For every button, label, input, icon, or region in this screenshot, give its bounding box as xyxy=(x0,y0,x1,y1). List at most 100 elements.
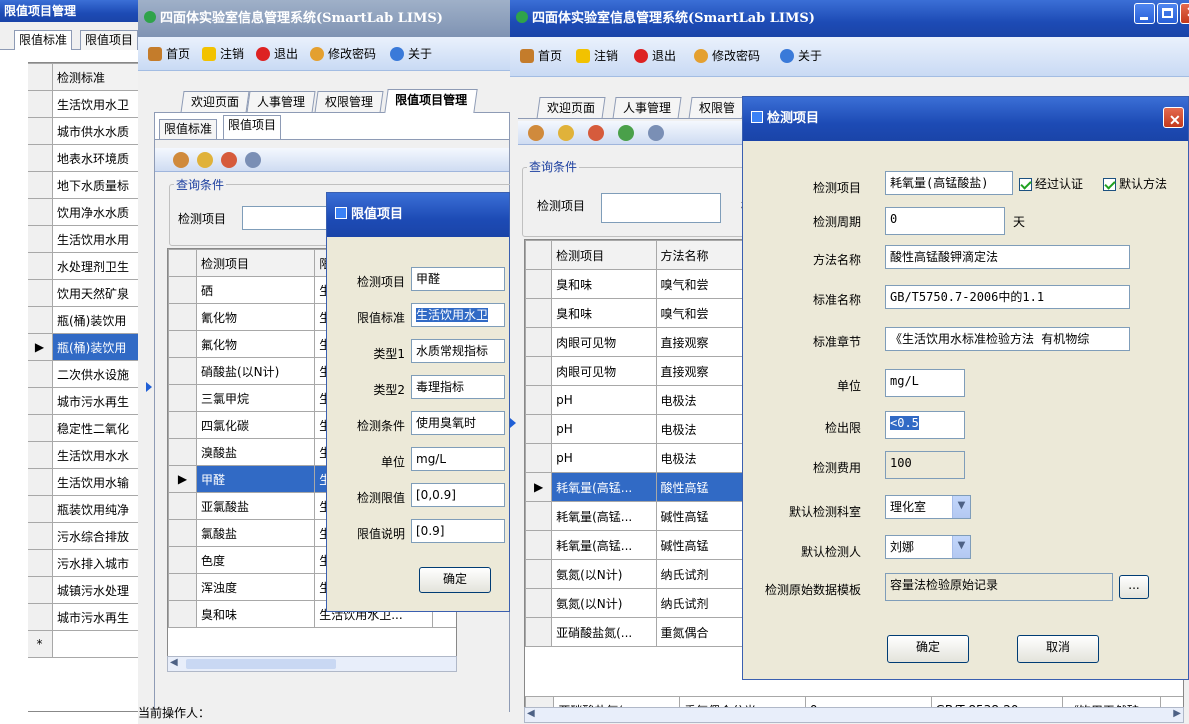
table-row[interactable]: 生活饮用水卫 xyxy=(26,90,138,118)
tab-personnel[interactable]: 人事管理 xyxy=(612,97,682,119)
tab-limit-item[interactable]: 限值项目 xyxy=(80,30,138,50)
scroll-left-icon[interactable]: ◀ xyxy=(170,657,178,668)
about-button[interactable]: 关于 xyxy=(390,45,432,63)
limit-field[interactable]: <0.5 xyxy=(885,411,965,439)
field-input[interactable]: 甲醛 xyxy=(411,267,505,291)
table-row[interactable]: 肉眼可见物 直接观察 xyxy=(525,356,758,386)
table-row[interactable]: 污水排入城市 xyxy=(26,549,138,577)
minimize-button[interactable] xyxy=(1134,3,1155,24)
maximize-button[interactable] xyxy=(1157,3,1178,24)
tab-welcome[interactable]: 欢迎页面 xyxy=(536,97,606,119)
dept-select[interactable]: 理化室 ▼ xyxy=(885,495,971,519)
logout-button[interactable]: 注销 xyxy=(576,47,618,65)
exit-button[interactable]: 退出 xyxy=(634,47,676,65)
edit-icon[interactable] xyxy=(197,152,213,168)
person-select[interactable]: 刘娜 ▼ xyxy=(885,535,971,559)
logout-button[interactable]: 注销 xyxy=(202,45,244,63)
search-icon[interactable] xyxy=(245,152,261,168)
table-row[interactable]: 生活饮用水用 xyxy=(26,225,138,253)
close-button[interactable]: ✕ xyxy=(1180,3,1189,24)
tab-permissions[interactable]: 权限管理 xyxy=(314,91,384,113)
browse-button[interactable]: ... xyxy=(1119,575,1149,599)
fee-field[interactable]: 100 xyxy=(885,451,965,479)
delete-icon[interactable] xyxy=(588,125,604,141)
table-row[interactable]: pH 电极法 xyxy=(525,443,758,473)
table-row[interactable]: 瓶装饮用纯净 xyxy=(26,495,138,523)
ok-button[interactable]: 确定 xyxy=(887,635,969,663)
default-method-checkbox[interactable]: 默认方法 xyxy=(1103,175,1167,192)
field-input[interactable]: [0,0.9] xyxy=(411,483,505,507)
table-row[interactable]: 耗氧量(高锰... 碱性高锰 xyxy=(525,501,758,531)
ok-button[interactable]: 确定 xyxy=(419,567,491,593)
new-row[interactable]: * xyxy=(26,630,138,658)
tab-limit-standard[interactable]: 限值标准 xyxy=(14,30,73,50)
table-row[interactable]: 氨氮(以N计) 纳氏试剂 xyxy=(525,588,758,618)
tab-limit-management[interactable]: 限值项目管理 xyxy=(384,89,478,113)
home-button[interactable]: 首页 xyxy=(520,47,562,65)
table-row[interactable]: ▶ 耗氧量(高锰... 酸性高锰 xyxy=(525,472,758,502)
table-row[interactable]: 水处理剂卫生 xyxy=(26,252,138,280)
table-row[interactable]: 饮用天然矿泉 xyxy=(26,279,138,307)
expand-arrow-icon[interactable] xyxy=(510,418,516,428)
subtab-limit-standard[interactable]: 限值标准 xyxy=(159,119,218,139)
exit-button[interactable]: 退出 xyxy=(256,45,298,63)
table-row[interactable]: ▶ 瓶(桶)装饮用 xyxy=(26,333,138,361)
unit-field[interactable]: mg/L xyxy=(885,369,965,397)
horizontal-scrollbar[interactable]: ◀ ▶ xyxy=(524,707,1184,723)
item-field[interactable]: 耗氧量(高锰酸盐) xyxy=(885,171,1013,195)
table-row[interactable]: 生活饮用水输 xyxy=(26,468,138,496)
add-user-icon[interactable] xyxy=(173,152,189,168)
table-row[interactable]: 城市污水再生 xyxy=(26,603,138,631)
cycle-field[interactable]: 0 xyxy=(885,207,1005,235)
field-input[interactable]: 使用臭氧时 xyxy=(411,411,505,435)
tab-welcome[interactable]: 欢迎页面 xyxy=(180,91,250,113)
field-input[interactable]: mg/L xyxy=(411,447,505,471)
field-input[interactable]: [0.9] xyxy=(411,519,505,543)
table-row[interactable]: 耗氧量(高锰... 碱性高锰 xyxy=(525,530,758,560)
cancel-button[interactable]: 取消 xyxy=(1017,635,1099,663)
table-row[interactable]: 氨氮(以N计) 纳氏试剂 xyxy=(525,559,758,589)
column-header[interactable]: 检测项目 xyxy=(551,240,657,270)
scroll-thumb[interactable] xyxy=(186,659,336,669)
table-row[interactable]: 地表水环境质 xyxy=(26,144,138,172)
subtab-limit-item[interactable]: 限值项目 xyxy=(223,115,282,139)
search-icon[interactable] xyxy=(648,125,664,141)
delete-icon[interactable] xyxy=(221,152,237,168)
table-row[interactable]: 肉眼可见物 直接观察 xyxy=(525,327,758,357)
table-row[interactable]: 二次供水设施 xyxy=(26,360,138,388)
scroll-left-icon[interactable]: ◀ xyxy=(527,708,535,719)
expand-arrow-icon[interactable] xyxy=(146,382,152,392)
home-button[interactable]: 首页 xyxy=(148,45,190,63)
table-row[interactable]: 地下水质量标 xyxy=(26,171,138,199)
table-row[interactable]: 臭和味 嗅气和尝 xyxy=(525,269,758,299)
about-button[interactable]: 关于 xyxy=(780,47,822,65)
chapter-field[interactable]: 《生活饮用水标准检验方法 有机物综 xyxy=(885,327,1130,351)
table-row[interactable]: 亚硝酸盐氮(... 重氮偶合 xyxy=(525,617,758,647)
chevron-down-icon[interactable]: ▼ xyxy=(952,536,970,558)
column-header[interactable]: 检测标准 xyxy=(52,63,138,91)
method-field[interactable]: 酸性高锰酸钾滴定法 xyxy=(885,245,1130,269)
standard-field[interactable]: GB/T5750.7-2006中的1.1 xyxy=(885,285,1130,309)
table-row[interactable]: 臭和味 嗅气和尝 xyxy=(525,298,758,328)
change-password-button[interactable]: 修改密码 xyxy=(310,45,376,63)
refresh-icon[interactable] xyxy=(618,125,634,141)
table-row[interactable]: 生活饮用水水 xyxy=(26,441,138,469)
chevron-down-icon[interactable]: ▼ xyxy=(952,496,970,518)
change-password-button[interactable]: 修改密码 xyxy=(694,47,760,65)
horizontal-scrollbar[interactable]: ◀ xyxy=(167,656,457,672)
table-row[interactable]: 瓶(桶)装饮用 xyxy=(26,306,138,334)
field-input[interactable]: 毒理指标 xyxy=(411,375,505,399)
certified-checkbox[interactable]: 经过认证 xyxy=(1019,175,1083,192)
table-row[interactable]: pH 电极法 xyxy=(525,414,758,444)
table-row[interactable]: pH 电极法 xyxy=(525,385,758,415)
table-row[interactable]: 城市污水再生 xyxy=(26,387,138,415)
table-row[interactable]: 饮用净水水质 xyxy=(26,198,138,226)
column-header[interactable]: 检测项目 xyxy=(195,249,316,277)
table-row[interactable]: 城市供水水质 xyxy=(26,117,138,145)
table-row[interactable]: 污水综合排放 xyxy=(26,522,138,550)
field-input[interactable]: 生活饮用水卫 xyxy=(411,303,505,327)
tab-permissions[interactable]: 权限管 xyxy=(688,97,746,119)
add-user-icon[interactable] xyxy=(528,125,544,141)
table-row[interactable]: 城镇污水处理 xyxy=(26,576,138,604)
template-field[interactable]: 容量法检验原始记录 xyxy=(885,573,1113,601)
